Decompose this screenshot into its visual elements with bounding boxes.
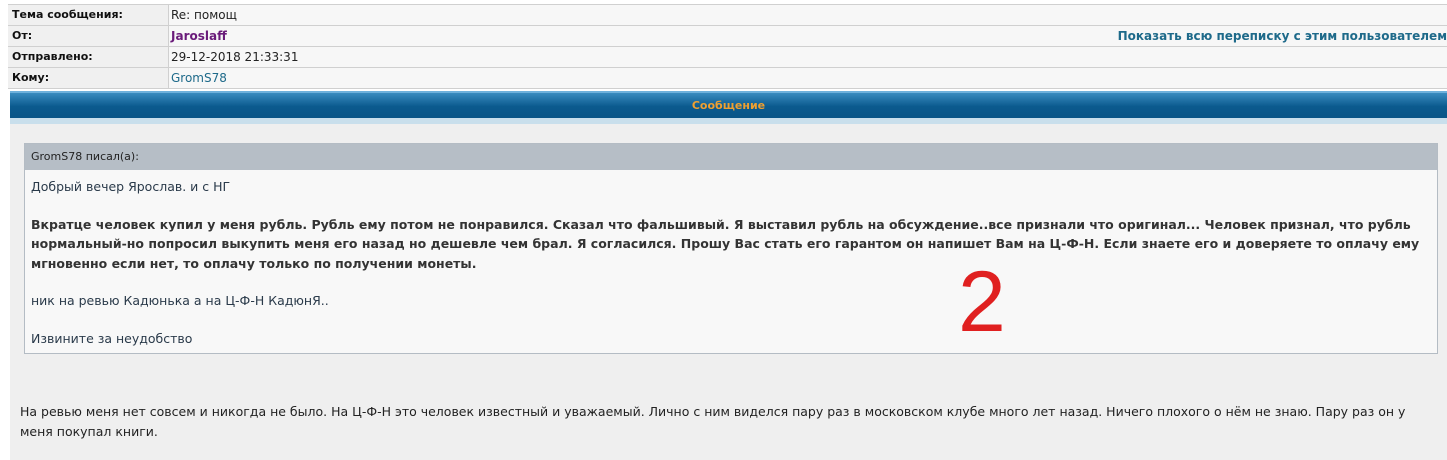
sent-label: Отправлено: <box>8 47 169 67</box>
quote-line-apology: Извините за неудобство <box>31 330 193 346</box>
show-all-correspondence-link[interactable]: Показать всю переписку с этим пользовате… <box>1118 26 1447 46</box>
from-label: От: <box>8 26 169 46</box>
to-value: GromS78 <box>169 68 1447 88</box>
recipient-link[interactable]: GromS78 <box>171 71 227 85</box>
sent-row: Отправлено: 29-12-2018 21:33:31 <box>8 46 1447 67</box>
message-header-table: Тема сообщения: Re: помощ От: Jaroslaff … <box>8 4 1447 89</box>
subject-value: Re: помощ <box>169 5 1447 25</box>
sent-value: 29-12-2018 21:33:31 <box>169 47 1447 67</box>
quote-block: GromS78 писал(а): Добрый вечер Ярослав. … <box>24 143 1438 354</box>
quote-line-main: Вкратце человек купил у меня рубль. Рубл… <box>31 216 1420 271</box>
to-row: Кому: GromS78 <box>8 67 1447 89</box>
from-value: Jaroslaff Показать всю переписку с этим … <box>169 26 1447 46</box>
to-label: Кому: <box>8 68 169 88</box>
from-row: От: Jaroslaff Показать всю переписку с э… <box>8 25 1447 46</box>
sender-link[interactable]: Jaroslaff <box>171 29 227 43</box>
quote-body: Добрый вечер Ярослав. и с НГ Вкратце чел… <box>25 170 1437 348</box>
annotation-number: 2 <box>958 254 1006 350</box>
quote-author: GromS78 писал(а): <box>25 144 1437 170</box>
quote-line-nick: ник на ревью Кадюнька а на Ц-Ф-Н КадюнЯ.… <box>31 293 329 308</box>
message-banner: Сообщение <box>10 91 1447 120</box>
reply-text: На ревью меня нет совсем и никогда не бы… <box>20 404 1406 439</box>
subject-row: Тема сообщения: Re: помощ <box>8 4 1447 25</box>
subject-label: Тема сообщения: <box>8 5 169 25</box>
quote-line-greeting: Добрый вечер Ярослав. и с НГ <box>31 179 231 194</box>
